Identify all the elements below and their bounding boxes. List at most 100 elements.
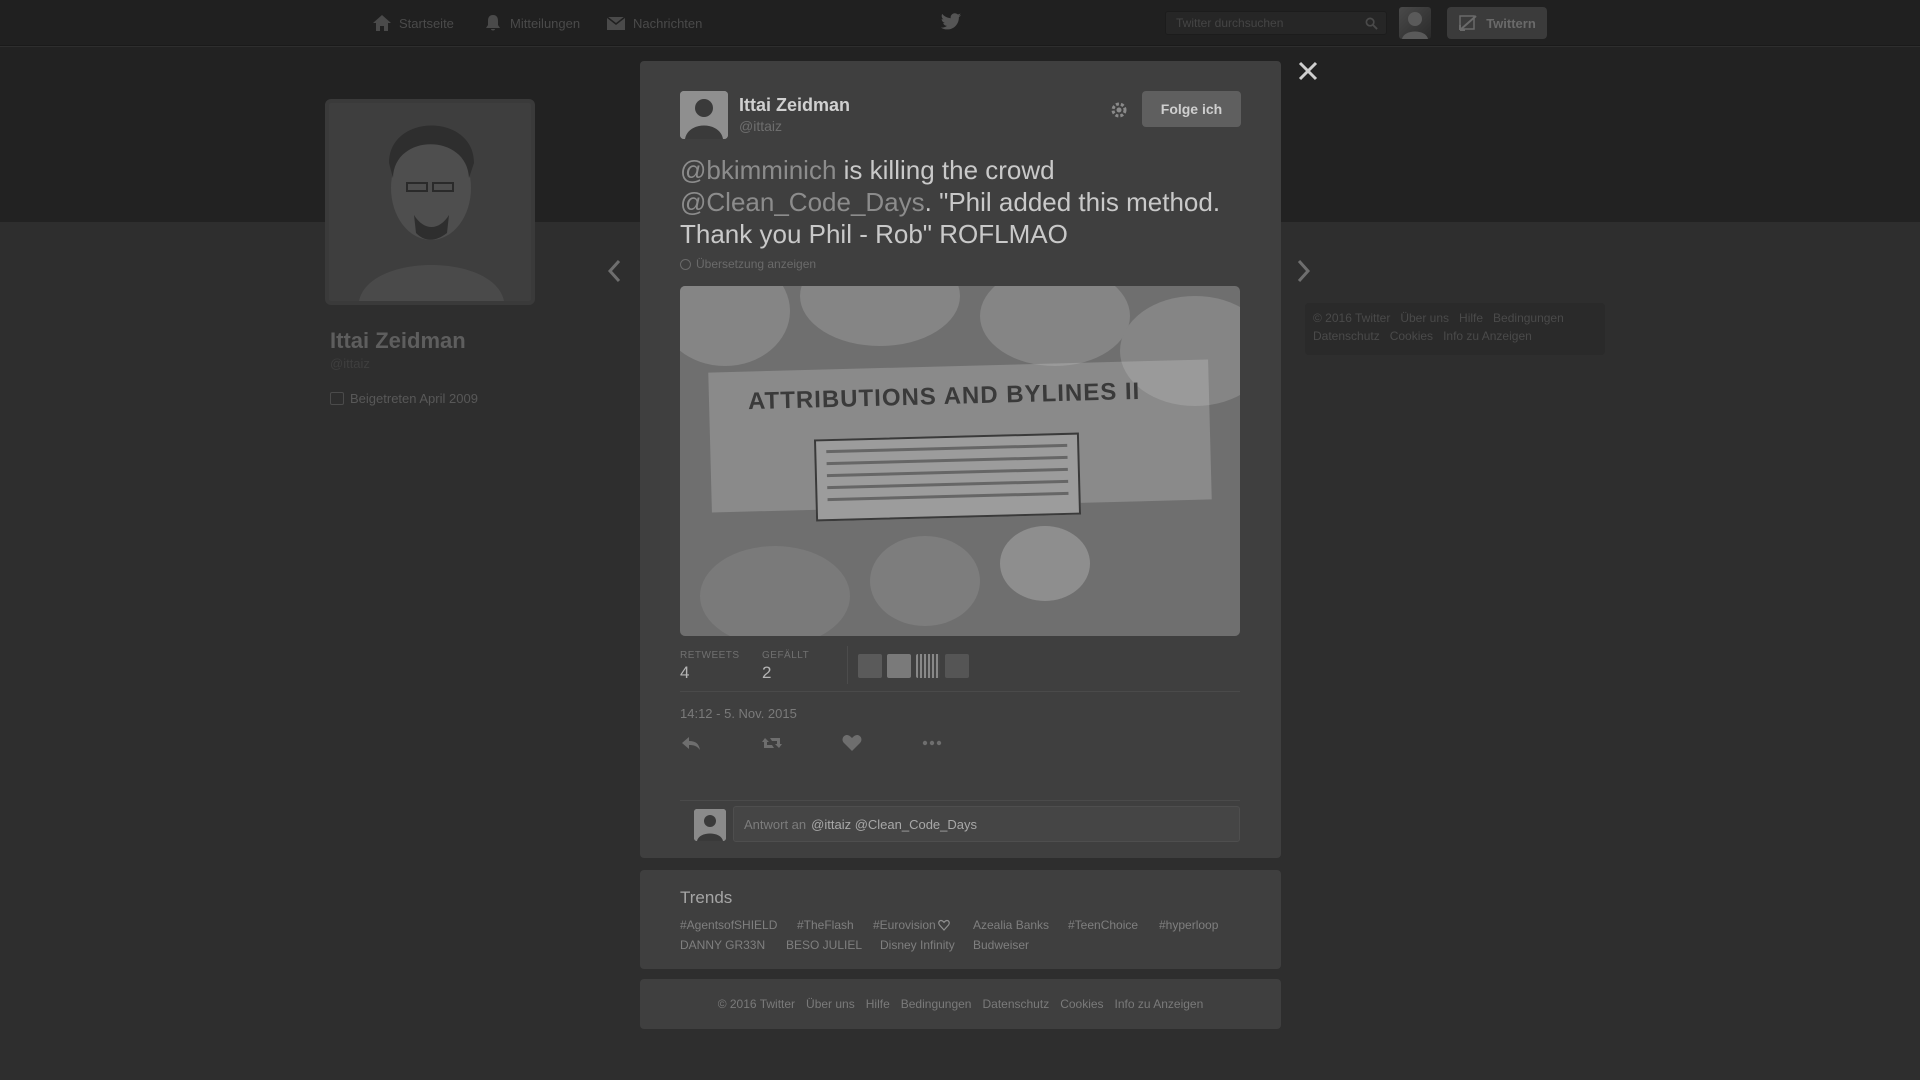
calendar-icon [330,392,344,405]
close-icon[interactable] [1297,60,1319,82]
previous-arrow-icon[interactable] [605,258,625,284]
tweet-timestamp[interactable]: 14:12 - 5. Nov. 2015 [680,706,797,721]
trend-item[interactable]: DANNY GR33N [680,938,765,952]
trend-item[interactable]: BESO JULIEL [786,938,862,952]
tweet-stats: RETWEETS 4 GEFÄLLT 2 [680,644,1240,692]
trend-item[interactable]: #AgentsofSHIELD [680,918,777,932]
side-footer-link[interactable]: Info zu Anzeigen [1443,329,1532,343]
search-input[interactable]: Twitter durchsuchen [1165,11,1387,35]
tweet-modal: Ittai Zeidman @ittaiz Folge ich @bkimmin… [640,61,1281,858]
tweet-text-segment: is killing the crowd [836,155,1055,185]
side-footer-link[interactable]: © 2016 Twitter [1313,311,1390,325]
profile-handle[interactable]: @ittaiz [330,356,370,371]
footer-link[interactable]: Cookies [1060,997,1103,1011]
translate-link[interactable]: Übersetzung anzeigen [680,257,816,271]
trend-item[interactable]: #hyperloop [1159,918,1218,932]
mention-link[interactable]: @bkimminich [680,155,836,185]
follow-button[interactable]: Folge ich [1142,91,1241,127]
trend-item[interactable]: #TheFlash [797,918,854,932]
profile-joined: Beigetreten April 2009 [330,391,478,406]
trend-item-label: #Eurovision [873,918,936,932]
side-footer: © 2016 Twitter Über uns Hilfe Bedingungen D… [1305,303,1605,355]
retweets-stat[interactable]: RETWEETS 4 [680,650,740,683]
tweet-author-name[interactable]: Ittai Zeidman [739,95,850,116]
tweet-text: @bkimminich is killing the crowd @Clean_… [680,154,1250,250]
tweet-author-handle[interactable]: @ittaiz [739,118,782,134]
search-icon[interactable] [1365,17,1378,30]
nav-notifications-label: Mitteilungen [510,15,581,31]
home-icon [373,15,391,31]
gear-icon[interactable] [1108,99,1130,121]
reply-user-avatar [694,809,726,841]
envelope-icon [606,16,626,30]
nav-messages-label: Nachrichten [633,15,703,31]
footer-link[interactable]: Datenschutz [982,997,1049,1011]
photo-blur [870,536,980,626]
twitter-bird-icon[interactable] [940,12,962,32]
side-footer-link[interactable]: Bedingungen [1493,311,1564,325]
tweet-button[interactable]: Twittern [1447,7,1547,39]
photo-blur [680,286,790,366]
heart-icon[interactable] [841,734,863,752]
footer-link[interactable]: Über uns [806,997,855,1011]
more-icon[interactable] [921,734,943,752]
photo-blur [700,546,850,636]
footer: © 2016 Twitter Über uns Hilfe Bedingunge… [640,979,1281,1029]
globe-icon [680,258,691,270]
liker-avatar[interactable] [916,654,940,678]
search-placeholder: Twitter durchsuchen [1176,16,1284,30]
slide-code-box [813,432,1082,522]
quill-icon [1459,15,1477,31]
heart-emoji-icon [937,919,950,931]
footer-link[interactable]: © 2016 Twitter [718,997,795,1011]
trends-box: Trends #AgentsofSHIELD #TheFlash #Eurovi… [640,870,1281,969]
photo-blur [1000,526,1090,601]
nav-notifications[interactable]: Mitteilungen [483,13,580,33]
user-avatar[interactable] [1399,7,1431,39]
footer-link[interactable]: Bedingungen [901,997,972,1011]
nav-home-label: Startseite [399,15,454,31]
footer-link[interactable]: Info zu Anzeigen [1115,997,1204,1011]
mention-link[interactable]: @Clean_Code_Days [680,187,925,217]
stats-divider [847,646,848,684]
side-footer-link[interactable]: Über uns [1400,311,1449,325]
liker-avatar[interactable] [887,654,911,678]
liker-avatar[interactable] [945,654,969,678]
tweet-media-photo[interactable]: ATTRIBUTIONS AND BYLINES II [680,286,1240,636]
footer-link[interactable]: Hilfe [866,997,890,1011]
retweets-label: RETWEETS [680,650,740,661]
bell-icon [486,15,500,31]
nav-home[interactable]: Startseite [372,13,454,33]
profile-name[interactable]: Ittai Zeidman [330,328,466,354]
likes-stat[interactable]: GEFÄLLT 2 [762,650,809,683]
tweet-button-label: Twittern [1486,15,1536,31]
photo-blur [980,286,1130,366]
reply-prefix: Antwort an [744,816,807,832]
liker-avatar[interactable] [858,654,882,678]
reply-input[interactable]: Antwort an @ittaiz @Clean_Code_Days [733,806,1240,842]
profile-joined-label: Beigetreten April 2009 [350,391,478,406]
translate-label: Übersetzung anzeigen [696,257,817,271]
nav-messages[interactable]: Nachrichten [606,13,702,33]
retweets-count: 4 [680,663,690,682]
trend-item[interactable]: Budweiser [973,938,1029,952]
likes-label: GEFÄLLT [762,650,810,661]
top-nav: Startseite Mitteilungen Nachrichten Twit… [0,0,1920,46]
trends-title: Trends [680,888,733,907]
trend-item[interactable]: Azealia Banks [973,918,1049,932]
side-footer-link[interactable]: Cookies [1390,329,1433,343]
next-arrow-icon[interactable] [1293,258,1313,284]
tweet-author-avatar[interactable] [680,91,728,139]
photo-blur [800,286,960,346]
reply-bar: Antwort an @ittaiz @Clean_Code_Days [680,800,1240,848]
retweet-icon[interactable] [761,734,783,752]
trend-item[interactable]: Disney Infinity [880,938,955,952]
trend-item[interactable]: #Eurovision [873,918,950,932]
likes-count: 2 [762,663,772,682]
trend-item[interactable]: #TeenChoice [1068,918,1138,932]
reply-icon[interactable] [680,734,702,752]
profile-photo[interactable] [325,99,535,305]
side-footer-link[interactable]: Datenschutz [1313,329,1380,343]
reply-mentions: @ittaiz @Clean_Code_Days [811,816,978,832]
side-footer-link[interactable]: Hilfe [1459,311,1483,325]
